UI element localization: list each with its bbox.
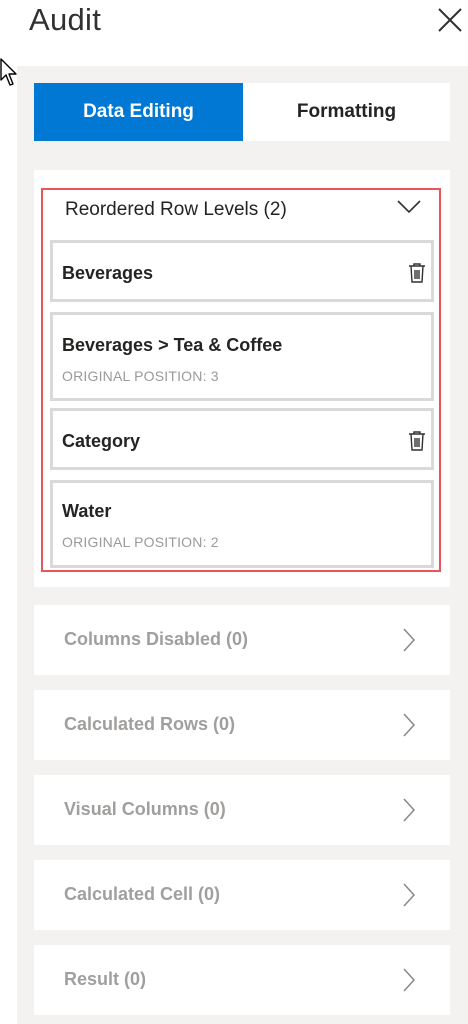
item-name: Water <box>62 501 112 521</box>
section-label: Calculated Cell (0) <box>64 884 221 904</box>
reordered-row-levels-header[interactable]: Reordered Row Levels (2) <box>43 190 439 230</box>
audit-panel: Data Editing Formatting Reordered Row Le… <box>17 66 468 1024</box>
item-name: Beverages > Tea & Coffee <box>62 335 283 355</box>
tab-data-editing[interactable]: Data Editing <box>34 83 243 141</box>
section-header-label: Reordered Row Levels (2) <box>65 199 287 220</box>
trash-icon[interactable] <box>408 262 426 284</box>
calculated-cell-section[interactable]: Calculated Cell (0) <box>34 860 450 930</box>
original-position-label: ORIGINAL POSITION: 3 <box>62 368 219 384</box>
result-section[interactable]: Result (0) <box>34 945 450 1015</box>
trash-icon[interactable] <box>408 430 426 452</box>
chevron-down-icon <box>397 200 421 214</box>
item-name: Beverages <box>62 263 154 283</box>
tab-formatting[interactable]: Formatting <box>243 83 450 141</box>
calculated-rows-section[interactable]: Calculated Rows (0) <box>34 690 450 760</box>
list-item[interactable]: Category <box>50 408 434 470</box>
section-label: Columns Disabled (0) <box>64 629 249 649</box>
chevron-right-icon <box>403 628 416 652</box>
list-item[interactable]: Water ORIGINAL POSITION: 2 <box>50 480 434 568</box>
list-item[interactable]: Beverages <box>50 240 434 302</box>
section-label: Calculated Rows (0) <box>64 714 236 734</box>
section-label: Result (0) <box>64 969 147 989</box>
tab-bar: Data Editing Formatting <box>34 83 450 141</box>
highlight-frame: Reordered Row Levels (2) Beverages Bever… <box>41 188 441 572</box>
close-icon[interactable] <box>437 7 463 33</box>
list-item[interactable]: Beverages > Tea & Coffee ORIGINAL POSITI… <box>50 312 434 401</box>
original-position-label: ORIGINAL POSITION: 2 <box>62 534 219 550</box>
chevron-right-icon <box>403 883 416 907</box>
chevron-right-icon <box>403 798 416 822</box>
item-name: Category <box>62 431 141 451</box>
chevron-right-icon <box>403 968 416 992</box>
visual-columns-section[interactable]: Visual Columns (0) <box>34 775 450 845</box>
section-label: Visual Columns (0) <box>64 799 226 819</box>
columns-disabled-section[interactable]: Columns Disabled (0) <box>34 605 450 675</box>
page-title: Audit <box>29 2 102 37</box>
reordered-row-levels-section: Reordered Row Levels (2) Beverages Bever… <box>34 170 450 587</box>
chevron-right-icon <box>403 713 416 737</box>
